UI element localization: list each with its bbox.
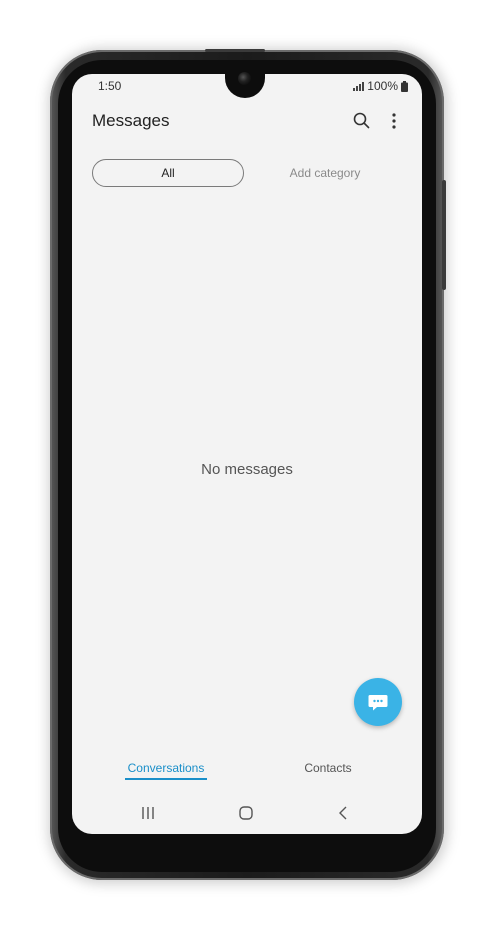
home-button[interactable] (238, 805, 254, 821)
power-button (442, 180, 446, 290)
status-time: 1:50 (98, 79, 122, 93)
page-title: Messages (92, 111, 170, 130)
new-message-fab[interactable] (354, 678, 402, 726)
more-options-button[interactable] (384, 109, 404, 133)
recent-apps-button[interactable] (140, 805, 156, 821)
screen: 1:50 100% Messages All Add category No m… (72, 74, 422, 834)
back-icon (339, 806, 347, 820)
top-edge-mark (205, 49, 265, 52)
category-all[interactable]: All (92, 159, 244, 187)
recent-apps-icon (142, 807, 154, 819)
add-category-button[interactable]: Add category (266, 159, 384, 187)
tab-conversations[interactable]: Conversations (122, 761, 210, 775)
battery-text: 100% (367, 79, 398, 93)
home-icon (239, 806, 253, 820)
signal-icon (353, 81, 365, 91)
chat-bubble-icon (368, 695, 388, 711)
back-button[interactable] (336, 805, 352, 821)
search-button[interactable] (350, 109, 374, 133)
active-tab-indicator (125, 778, 207, 780)
empty-state-text: No messages (201, 461, 293, 478)
search-icon (353, 112, 370, 129)
battery-icon (401, 80, 408, 92)
front-camera (238, 72, 251, 85)
tab-contacts[interactable]: Contacts (292, 761, 364, 775)
status-right: 100% (353, 79, 408, 93)
more-vertical-icon (392, 113, 396, 129)
